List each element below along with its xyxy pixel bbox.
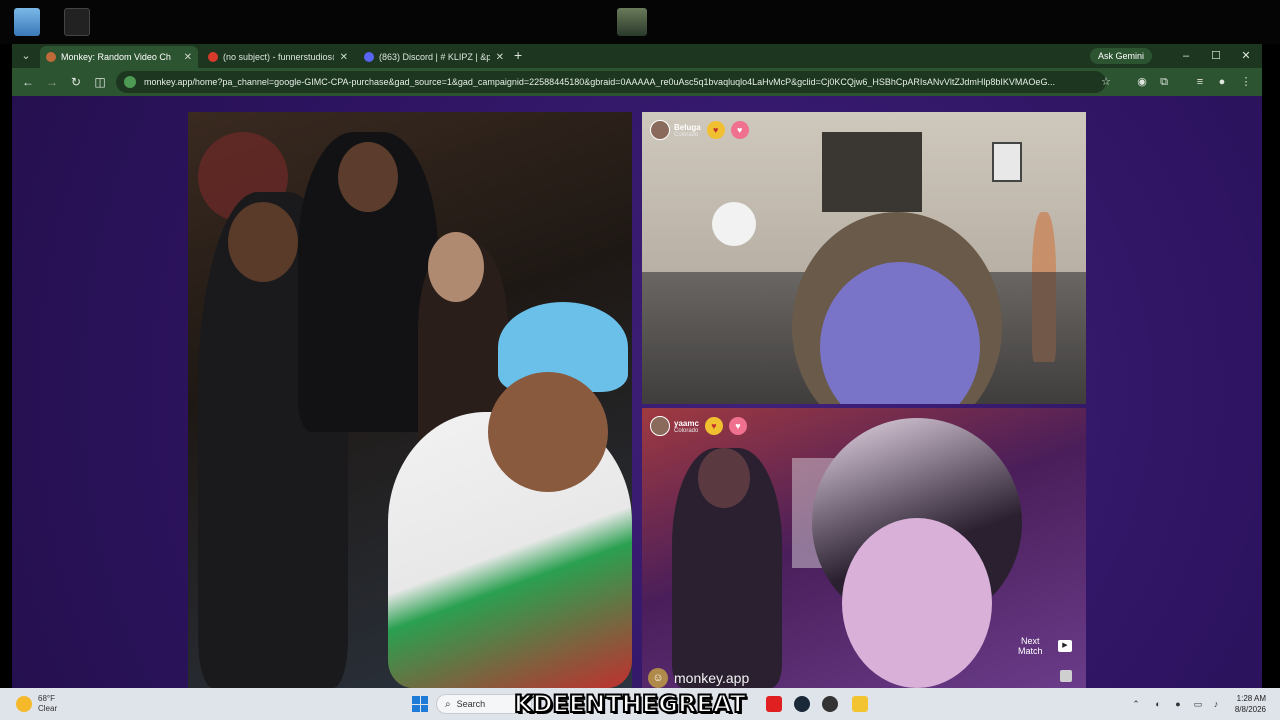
desktop-shortcut-icon[interactable] — [617, 8, 647, 36]
weather-widget[interactable]: 68°F Clear — [16, 694, 57, 714]
side-panel-icon[interactable]: ◫ — [92, 74, 108, 90]
remote-video-feed-bottom: yaamc Colorado ♥ ♥ Next Match ▶ ☺ monkey… — [642, 408, 1086, 688]
tab-bar: ⌄ Monkey: Random Video Ch ✕ (no subject)… — [12, 44, 1262, 68]
browser-window: ⌄ Monkey: Random Video Ch ✕ (no subject)… — [12, 44, 1262, 688]
moon-weather-icon — [16, 696, 32, 712]
avatar[interactable] — [650, 120, 670, 140]
desktop-background — [0, 0, 1280, 44]
file-explorer-icon[interactable] — [852, 696, 868, 712]
next-arrow-icon[interactable]: ▶ — [1058, 640, 1072, 652]
tab-label: (no subject) - funnerstudios@g — [223, 52, 334, 62]
remote-user-profile[interactable]: Beluga Colorado ♥ ♥ — [650, 120, 749, 140]
next-match-label-1: Next — [1021, 636, 1040, 646]
background-fan — [712, 202, 756, 246]
person-head — [428, 232, 484, 302]
weather-desc: Clear — [38, 704, 58, 713]
menu-dots-icon[interactable]: ⋮ — [1238, 74, 1254, 90]
monkey-page: Beluga Colorado ♥ ♥ yaamc Colorado ♥ ♥ N… — [12, 96, 1262, 688]
display-tray-icon[interactable]: ▭ — [1192, 698, 1204, 710]
obs-icon[interactable] — [822, 696, 838, 712]
remote-user-profile[interactable]: yaamc Colorado ♥ ♥ — [650, 416, 747, 436]
url-text: monkey.app/home?pa_channel=google-GIMC-C… — [144, 77, 1055, 87]
report-icon[interactable] — [1060, 670, 1072, 682]
close-window-icon[interactable]: ✕ — [1238, 48, 1254, 64]
desktop-app-icon[interactable] — [64, 8, 90, 36]
tab-monkey[interactable]: Monkey: Random Video Ch ✕ — [40, 46, 198, 68]
minimize-icon[interactable]: – — [1178, 48, 1194, 64]
site-info-icon[interactable] — [124, 76, 136, 88]
person-head — [228, 202, 298, 282]
profile-icon[interactable]: ● — [1214, 74, 1230, 90]
youtube-icon[interactable] — [766, 696, 782, 712]
close-tab-icon[interactable]: ✕ — [340, 52, 348, 63]
background-person-head — [698, 448, 750, 508]
person-face — [842, 518, 992, 688]
gmail-favicon-icon — [208, 52, 218, 62]
close-tab-icon[interactable]: ✕ — [496, 52, 504, 63]
local-video-feed — [188, 112, 632, 688]
remote-video-feed-top: Beluga Colorado ♥ ♥ — [642, 112, 1086, 404]
clock-date: 8/8/2026 — [1234, 705, 1266, 714]
brand-name: monkey.app — [674, 670, 750, 686]
network-tray-icon[interactable]: ◐ — [1152, 698, 1164, 710]
new-tab-icon[interactable]: + — [514, 48, 522, 62]
avatar[interactable] — [650, 416, 670, 436]
monkey-logo-icon: ☺ — [648, 668, 668, 688]
bookmark-star-icon[interactable]: ☆ — [1098, 74, 1114, 90]
media-icon[interactable]: ≡ — [1192, 74, 1208, 90]
next-match-label-2: Match — [1018, 646, 1043, 656]
monkey-favicon-icon — [46, 52, 56, 62]
forward-arrow-icon[interactable]: → — [44, 74, 60, 90]
system-clock[interactable]: 1:28 AM 8/8/2026 — [1226, 693, 1266, 715]
tab-search-icon[interactable]: ⌄ — [18, 48, 34, 64]
user-location: Colorado — [674, 427, 699, 434]
ask-gemini-button[interactable]: Ask Gemini — [1090, 48, 1153, 64]
tab-discord[interactable]: (863) Discord | # KLIPZ | &p ✕ — [358, 46, 510, 68]
tab-label: (863) Discord | # KLIPZ | &p — [379, 52, 490, 62]
recycle-bin-icon[interactable] — [14, 8, 40, 36]
extension-icon[interactable]: ◉ — [1134, 74, 1150, 90]
user-info: yaamc Colorado — [674, 419, 699, 434]
chevron-up-icon[interactable]: ⌃ — [1130, 698, 1142, 710]
heart-badge-icon[interactable]: ♥ — [704, 417, 723, 435]
next-match-button[interactable]: Next Match — [1018, 636, 1043, 656]
steam-icon[interactable] — [794, 696, 810, 712]
user-info: Beluga Colorado — [674, 123, 701, 138]
person-head — [338, 142, 398, 212]
brand-watermark: ☺ monkey.app — [648, 668, 749, 688]
gift-badge-icon[interactable]: ♥ — [730, 121, 749, 139]
close-tab-icon[interactable]: ✕ — [184, 52, 192, 63]
person-head — [488, 372, 608, 492]
tab-label: Monkey: Random Video Ch — [61, 52, 171, 62]
streamer-name-overlay: KDEENTHEGREAT — [513, 689, 747, 719]
reload-icon[interactable]: ↻ — [68, 74, 84, 90]
taskbar: 68°F Clear ⌕ Search KDEENTHEGREAT ⌃ ◐ ● … — [0, 688, 1280, 720]
volume-tray-icon[interactable]: ♪ — [1210, 698, 1222, 710]
username: yaamc — [674, 418, 699, 428]
tab-gmail[interactable]: (no subject) - funnerstudios@g ✕ — [202, 46, 354, 68]
url-field[interactable]: monkey.app/home?pa_channel=google-GIMC-C… — [116, 71, 1106, 93]
background-frame — [992, 142, 1022, 182]
windows-start-icon[interactable] — [412, 696, 428, 712]
discord-favicon-icon — [364, 52, 374, 62]
user-location: Colorado — [674, 131, 699, 138]
gift-badge-icon[interactable]: ♥ — [728, 417, 747, 435]
heart-badge-icon[interactable]: ♥ — [706, 121, 725, 139]
puzzle-extensions-icon[interactable]: ⧉ — [1156, 74, 1172, 90]
username: Beluga — [674, 122, 701, 132]
maximize-icon[interactable]: ☐ — [1208, 48, 1224, 64]
weather-temp: 68°F — [38, 694, 55, 703]
back-arrow-icon[interactable]: ← — [20, 74, 36, 90]
clock-time: 1:28 AM — [1236, 694, 1266, 703]
mic-tray-icon[interactable]: ● — [1172, 698, 1184, 710]
search-icon: ⌕ — [445, 698, 451, 710]
address-bar-row: ← → ↻ ◫ monkey.app/home?pa_channel=googl… — [12, 68, 1262, 96]
weather-text: 68°F Clear — [38, 694, 57, 714]
search-placeholder: Search — [456, 699, 486, 709]
background-shelf — [822, 132, 922, 212]
